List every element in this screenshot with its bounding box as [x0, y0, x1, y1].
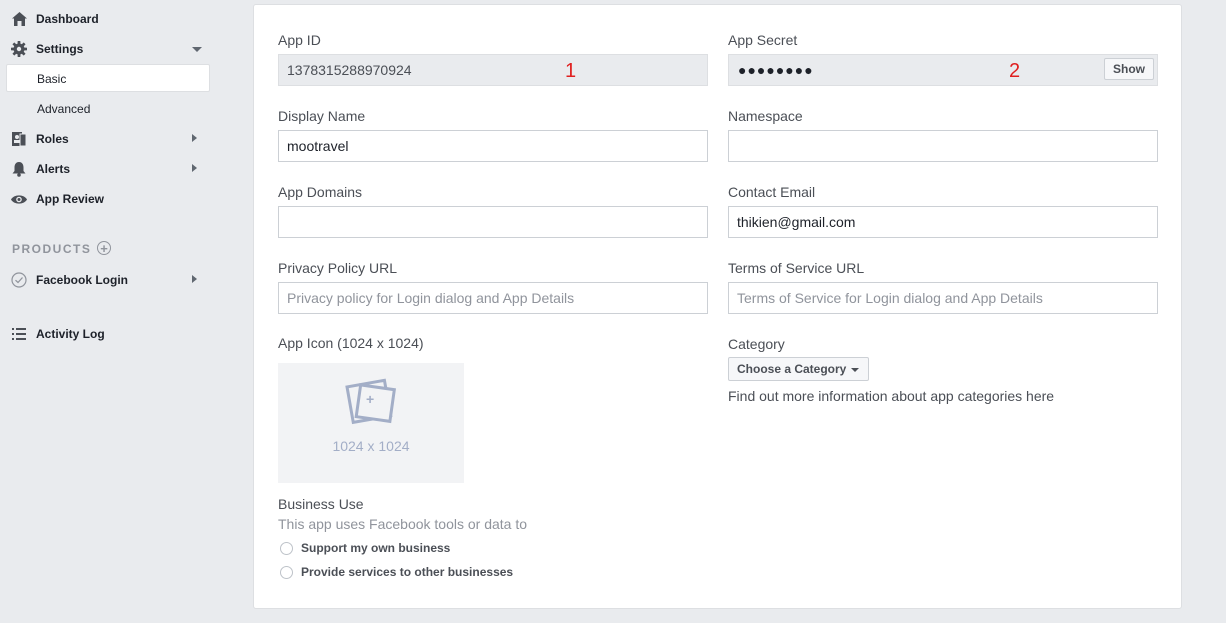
sidebar-item-settings[interactable]: Settings	[0, 34, 210, 64]
radio-provide-services[interactable]: Provide services to other businesses	[280, 563, 513, 581]
chevron-down-icon	[192, 47, 202, 52]
annotation-marker-2: 2	[1009, 60, 1021, 82]
chevron-right-icon	[192, 164, 197, 172]
app-id-label: App ID	[278, 32, 321, 48]
home-icon	[11, 11, 27, 27]
image-placeholder-icon: +	[345, 378, 397, 425]
sidebar-item-label: Dashboard	[36, 12, 99, 26]
app-domains-label: App Domains	[278, 184, 363, 200]
list-icon	[11, 326, 27, 342]
sidebar: Dashboard Settings Basic Advanced Roles …	[0, 0, 215, 623]
roles-icon	[11, 131, 27, 147]
sidebar-item-dashboard[interactable]: Dashboard	[0, 4, 210, 34]
radio-label: Support my own business	[301, 541, 451, 555]
sidebar-item-label: Basic	[37, 72, 67, 86]
choose-category-button[interactable]: Choose a Category	[728, 357, 870, 381]
basic-settings-card: App ID 1 App Secret ●●●●●●●● 2 Show Disp…	[253, 4, 1182, 609]
sidebar-item-label: App Review	[36, 192, 105, 206]
chevron-right-icon	[192, 134, 197, 142]
sidebar-item-label: Roles	[36, 132, 69, 146]
svg-text:+: +	[366, 391, 374, 407]
choose-category-label: Choose a Category	[737, 362, 847, 376]
sidebar-item-facebook-login[interactable]: Facebook Login	[0, 265, 210, 295]
products-heading: PRODUCTS	[12, 242, 92, 256]
annotation-marker-1: 1	[565, 60, 577, 82]
app-secret-value: ●●●●●●●●	[738, 62, 814, 78]
sidebar-item-label: Advanced	[37, 102, 91, 116]
privacy-policy-label: Privacy Policy URL	[278, 260, 398, 276]
eye-icon	[11, 191, 27, 207]
radio-label: Provide services to other businesses	[301, 565, 514, 579]
app-secret-label: App Secret	[728, 32, 798, 48]
radio-circle[interactable]	[280, 565, 293, 579]
gear-icon	[11, 41, 27, 57]
check-circle-icon	[11, 272, 27, 288]
sidebar-item-label: Activity Log	[36, 327, 105, 341]
sidebar-item-label: Alerts	[36, 162, 71, 176]
terms-of-service-url-field[interactable]	[728, 282, 1158, 314]
category-help-link[interactable]: Find out more information about app cate…	[728, 388, 1054, 404]
app-icon-upload[interactable]: + 1024 x 1024	[278, 363, 464, 483]
display-name-label: Display Name	[278, 108, 366, 124]
caret-down-icon	[851, 368, 860, 372]
sidebar-item-app-review[interactable]: App Review	[0, 184, 210, 214]
chevron-right-icon	[192, 275, 197, 283]
sidebar-item-label: Facebook Login	[36, 273, 129, 287]
app-icon-dimensions: 1024 x 1024	[332, 438, 410, 454]
display-name-field[interactable]	[278, 130, 708, 162]
sidebar-item-basic[interactable]: Basic	[6, 64, 210, 92]
privacy-policy-url-field[interactable]	[278, 282, 708, 314]
sidebar-item-label: Settings	[36, 42, 84, 56]
sidebar-item-activity-log[interactable]: Activity Log	[0, 319, 210, 349]
show-secret-button[interactable]: Show	[1104, 58, 1154, 80]
bell-icon	[11, 161, 27, 177]
business-use-description: This app uses Facebook tools or data to	[278, 516, 528, 532]
sidebar-item-alerts[interactable]: Alerts	[0, 154, 210, 184]
app-domains-field[interactable]	[278, 206, 708, 238]
contact-email-field[interactable]	[728, 206, 1158, 238]
category-label: Category	[728, 336, 785, 352]
app-id-field[interactable]	[278, 54, 708, 86]
namespace-label: Namespace	[728, 108, 803, 124]
terms-of-service-label: Terms of Service URL	[728, 260, 865, 276]
app-icon-label: App Icon (1024 x 1024)	[278, 335, 424, 351]
contact-email-label: Contact Email	[728, 184, 816, 200]
business-use-label: Business Use	[278, 496, 364, 512]
radio-circle[interactable]	[280, 541, 293, 555]
radio-support-own-business[interactable]: Support my own business	[280, 539, 450, 557]
sidebar-item-advanced[interactable]: Advanced	[6, 94, 210, 122]
add-product-icon[interactable]: +	[97, 241, 111, 255]
namespace-field[interactable]	[728, 130, 1158, 162]
sidebar-item-roles[interactable]: Roles	[0, 124, 210, 154]
